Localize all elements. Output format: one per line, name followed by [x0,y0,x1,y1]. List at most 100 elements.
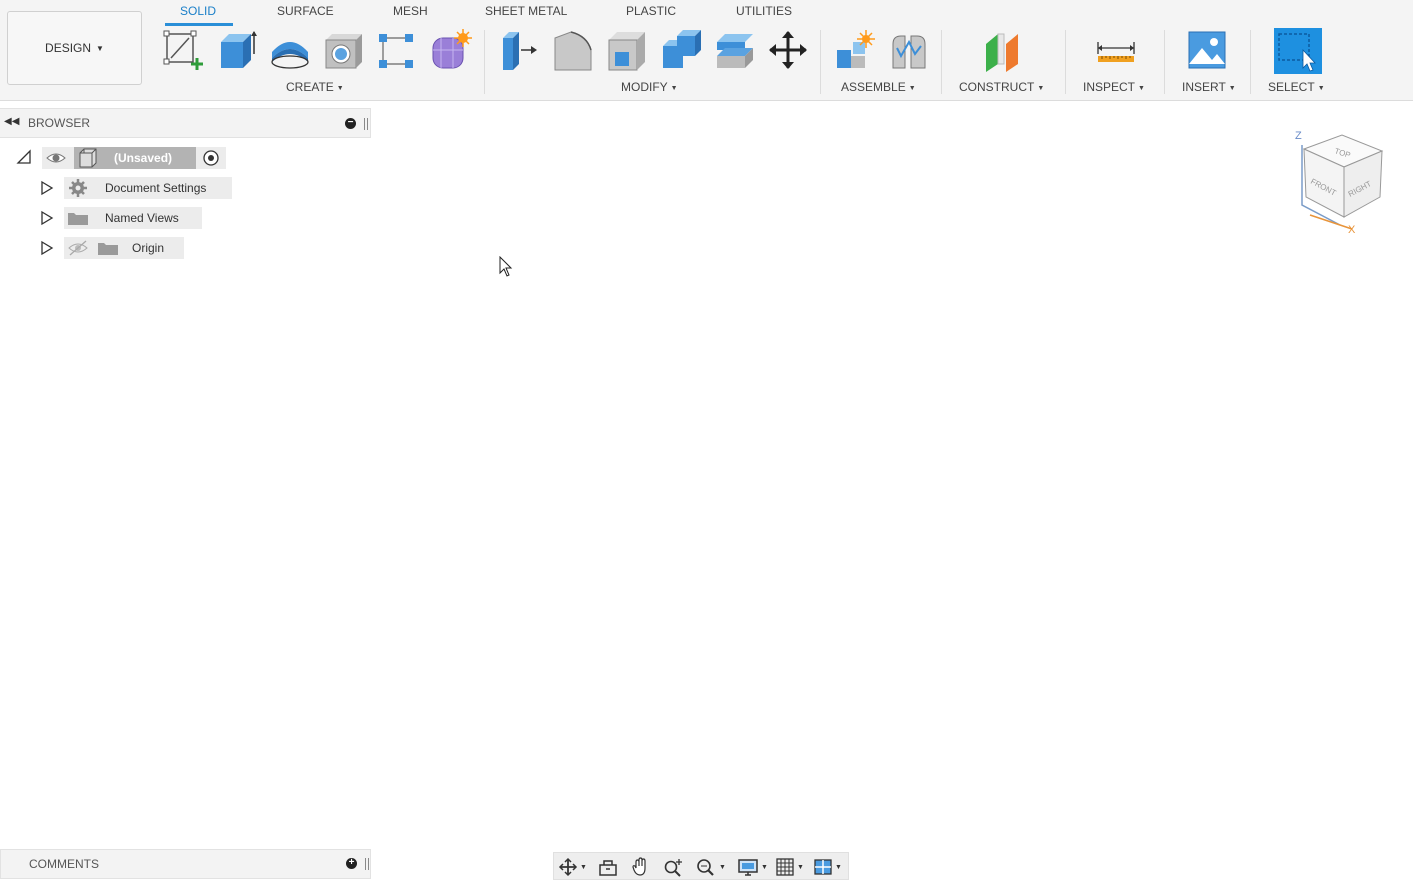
zoom-button[interactable] [663,856,685,878]
press-pull-icon[interactable] [497,28,541,74]
browser-item-label: Named Views [105,211,179,225]
browser-item-named-views[interactable]: Named Views [64,207,202,229]
radio-active-icon [203,150,219,166]
zoom-window-icon [697,859,714,876]
browser-title: BROWSER [28,116,91,130]
chevron-down-icon: ▼ [670,85,678,92]
separator [484,30,485,94]
tab-utilities[interactable]: UTILITIES [736,4,792,18]
grid-settings-button[interactable]: ▼ [775,856,804,878]
mouse-cursor-icon [499,255,513,283]
eye-hidden-icon[interactable] [64,237,94,259]
tab-surface[interactable]: SURFACE [277,4,334,18]
fillet-icon[interactable] [551,28,595,74]
document-icon [79,148,97,168]
look-at-icon [599,860,617,876]
minimize-icon[interactable]: − [345,118,356,129]
select-menu[interactable]: SELECT ▼ [1268,80,1325,94]
measure-icon[interactable] [1094,28,1138,74]
chevron-down-icon: ▼ [761,863,768,871]
viewports-icon [814,859,832,875]
offset-face-icon[interactable] [713,28,757,74]
viewports-button[interactable]: ▼ [813,856,842,878]
navigation-bar: ▼ ▼ ▼ ▼ ▼ [553,852,849,880]
modify-menu[interactable]: MODIFY ▼ [621,80,678,94]
assemble-menu[interactable]: ASSEMBLE ▼ [841,80,916,94]
expand-triangle-icon[interactable] [40,240,54,259]
separator [1250,30,1251,94]
activate-radio[interactable] [196,147,226,169]
insert-label: INSERT [1182,80,1226,94]
workspace-switcher[interactable]: DESIGN ▼ [7,11,142,85]
move-icon[interactable] [766,28,810,74]
browser-header: ◀◀ BROWSER − [0,108,371,138]
comments-panel: COMMENTS + [0,849,371,879]
pattern-icon[interactable] [375,28,419,74]
combine-icon[interactable] [659,28,703,74]
eye-icon [46,153,66,163]
hand-icon [632,857,646,876]
chevron-down-icon: ▼ [908,85,916,92]
pan-button[interactable] [631,856,651,878]
select-label: SELECT [1268,80,1315,94]
shell-icon[interactable] [605,28,649,74]
panel-grip-icon[interactable] [364,118,368,130]
construct-menu[interactable]: CONSTRUCT ▼ [959,80,1044,94]
separator [941,30,942,94]
chevron-down-icon: ▼ [1228,85,1236,92]
tab-sheet-metal[interactable]: SHEET METAL [485,4,567,18]
tab-mesh[interactable]: MESH [393,4,428,18]
offset-plane-icon[interactable] [982,28,1026,74]
visibility-toggle[interactable] [42,147,74,169]
browser-root-node[interactable]: (Unsaved) [74,147,196,169]
joint-icon[interactable] [887,28,931,74]
collapse-triangle-icon[interactable] [16,149,32,168]
browser-item-label: Document Settings [105,181,207,195]
insert-menu[interactable]: INSERT ▼ [1182,80,1236,94]
orbit-icon [558,857,578,877]
collapse-panel-icon[interactable]: ◀◀ [4,116,19,127]
create-label: CREATE [286,80,334,94]
browser-item-document-settings[interactable]: Document Settings [64,177,232,199]
inspect-menu[interactable]: INSPECT ▼ [1083,80,1145,94]
add-comment-icon[interactable]: + [346,858,357,869]
chevron-down-icon: ▼ [580,863,587,871]
display-settings-button[interactable]: ▼ [737,856,768,878]
chevron-down-icon: ▼ [797,863,804,871]
viewcube[interactable]: TOP FRONT RIGHT Z X [1290,125,1390,236]
revolve-icon[interactable] [268,28,312,74]
create-menu[interactable]: CREATE ▼ [286,80,344,94]
orbit-button[interactable]: ▼ [558,856,587,878]
monitor-icon [738,859,758,876]
expand-triangle-icon[interactable] [40,180,54,199]
gear-icon [69,179,87,197]
chevron-down-icon: ▼ [1317,85,1325,92]
hole-icon[interactable] [322,28,366,74]
chevron-down-icon: ▼ [336,85,344,92]
tab-solid[interactable]: SOLID [180,4,216,18]
new-component-icon[interactable] [833,28,877,74]
chevron-down-icon: ▼ [719,863,726,871]
browser-item-origin[interactable]: Origin [64,237,184,259]
extrude-icon[interactable] [215,28,259,74]
panel-grip-icon[interactable] [365,858,369,870]
browser-item-label: Origin [132,241,165,255]
create-form-icon[interactable] [429,28,473,74]
chevron-down-icon: ▼ [1037,85,1045,92]
tab-plastic[interactable]: PLASTIC [626,4,676,18]
fit-button[interactable]: ▼ [695,856,726,878]
create-sketch-icon[interactable] [161,28,205,74]
folder-icon [68,213,88,225]
construct-label: CONSTRUCT [959,80,1035,94]
active-tab-indicator [165,23,233,26]
chevron-down-icon: ▼ [96,43,104,53]
insert-image-icon[interactable] [1186,28,1230,74]
zoom-icon [664,859,682,877]
look-at-button[interactable] [598,856,618,878]
inspect-label: INSPECT [1083,80,1136,94]
chevron-down-icon: ▼ [1138,85,1145,92]
axis-z-label: Z [1295,130,1302,142]
select-icon[interactable] [1273,28,1322,74]
expand-triangle-icon[interactable] [40,210,54,229]
root-label: (Unsaved) [114,151,173,165]
